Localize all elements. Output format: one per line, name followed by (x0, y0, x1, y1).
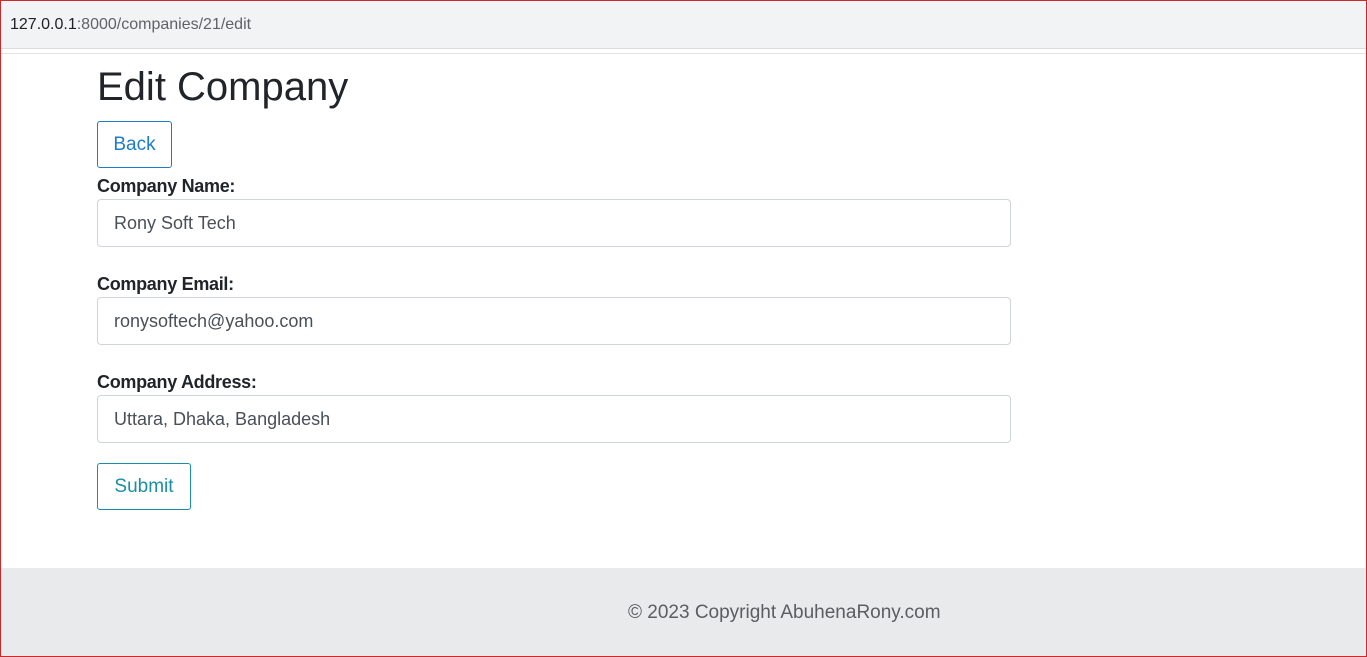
browser-window: 127.0.0.1:8000/companies/21/edit Edit Co… (0, 0, 1367, 657)
submit-button[interactable]: Submit (97, 463, 191, 510)
company-address-group: Company Address: (97, 369, 1011, 443)
edit-company-form: Company Name: Company Email: Company Add… (97, 173, 1011, 510)
company-email-label: Company Email: (97, 274, 234, 294)
company-name-group: Company Name: (97, 173, 1011, 247)
company-email-group: Company Email: (97, 271, 1011, 345)
url-path: :8000/companies/21/edit (76, 15, 252, 33)
back-button[interactable]: Back (97, 121, 172, 168)
company-address-input[interactable] (97, 395, 1011, 443)
footer: © 2023 Copyright AbuhenaRony.com (1, 568, 1366, 656)
company-address-label: Company Address: (97, 372, 257, 392)
company-name-input[interactable] (97, 199, 1011, 247)
address-bar[interactable]: 127.0.0.1:8000/companies/21/edit (1, 1, 1366, 49)
copyright-text: © 2023 Copyright AbuhenaRony.com (628, 602, 941, 623)
toolbar-divider (1, 49, 1366, 54)
main-content: Edit Company Back Company Name: Company … (97, 59, 1011, 510)
url-host: 127.0.0.1 (10, 15, 77, 33)
company-email-input[interactable] (97, 297, 1011, 345)
page-title: Edit Company (97, 65, 349, 109)
company-name-label: Company Name: (97, 176, 236, 196)
